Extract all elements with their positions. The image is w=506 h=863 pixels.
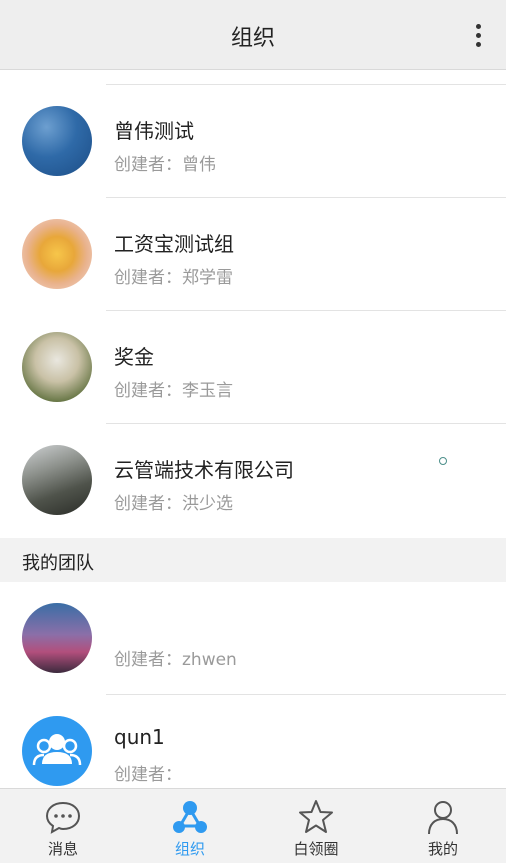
tab-label: 白领圈: [293, 840, 339, 858]
star-icon: [297, 799, 335, 835]
avatar: [22, 332, 92, 402]
org-name: 工资宝测试组: [114, 232, 234, 256]
avatar: [22, 106, 92, 176]
avatar: [22, 445, 92, 515]
page-title: 组织: [230, 26, 275, 51]
chat-bubble-icon: [44, 799, 82, 835]
app-header: 组织: [0, 0, 506, 70]
team-name: qun1: [114, 725, 165, 749]
tab-white-collar-circle[interactable]: 白领圈: [253, 789, 379, 863]
list-item[interactable]: 工资宝测试组 创建者：郑学雷: [0, 198, 506, 311]
organization-nodes-icon: [171, 799, 209, 835]
more-menu-icon[interactable]: [468, 22, 488, 52]
section-header: 我的团队: [0, 538, 506, 582]
org-creator: 创建者：郑学雷: [114, 268, 233, 288]
tab-messages[interactable]: 消息: [0, 789, 126, 863]
tab-label: 我的: [427, 840, 458, 858]
tab-organization[interactable]: 组织: [127, 789, 253, 863]
avatar: [22, 219, 92, 289]
team-creator: 创建者：: [114, 765, 182, 785]
small-circle-icon: [439, 457, 447, 465]
section-title: 我的团队: [22, 553, 94, 574]
list-item[interactable]: 云管端技术有限公司 创建者：洪少选: [0, 424, 506, 537]
tab-label: 消息: [47, 840, 78, 858]
team-creator: 创建者：zhwen: [114, 650, 237, 670]
person-icon: [424, 799, 462, 835]
org-name: 曾伟测试: [114, 119, 194, 143]
avatar: [22, 603, 92, 673]
list-item[interactable]: 曾伟测试 创建者：曾伟: [0, 85, 506, 198]
list-item[interactable]: qun1 创建者：: [0, 695, 506, 788]
org-creator: 创建者：洪少选: [114, 494, 233, 514]
org-name: 云管端技术有限公司: [114, 458, 294, 482]
tab-label: 组织: [174, 840, 205, 858]
group-avatar-icon: [22, 716, 92, 786]
org-creator: 创建者：李玉言: [114, 381, 233, 401]
org-name: 奖金: [114, 345, 154, 369]
organization-list[interactable]: 曾伟测试 创建者：曾伟 工资宝测试组 创建者：郑学雷 奖金 创建者：李玉言 云管…: [0, 70, 506, 788]
org-creator: 创建者：曾伟: [114, 155, 216, 175]
tab-me[interactable]: 我的: [380, 789, 506, 863]
list-item[interactable]: 创建者：zhwen: [0, 582, 506, 695]
list-item[interactable]: 奖金 创建者：李玉言: [0, 311, 506, 424]
bottom-tab-bar: 消息 组织 白领圈 我的: [0, 788, 506, 863]
